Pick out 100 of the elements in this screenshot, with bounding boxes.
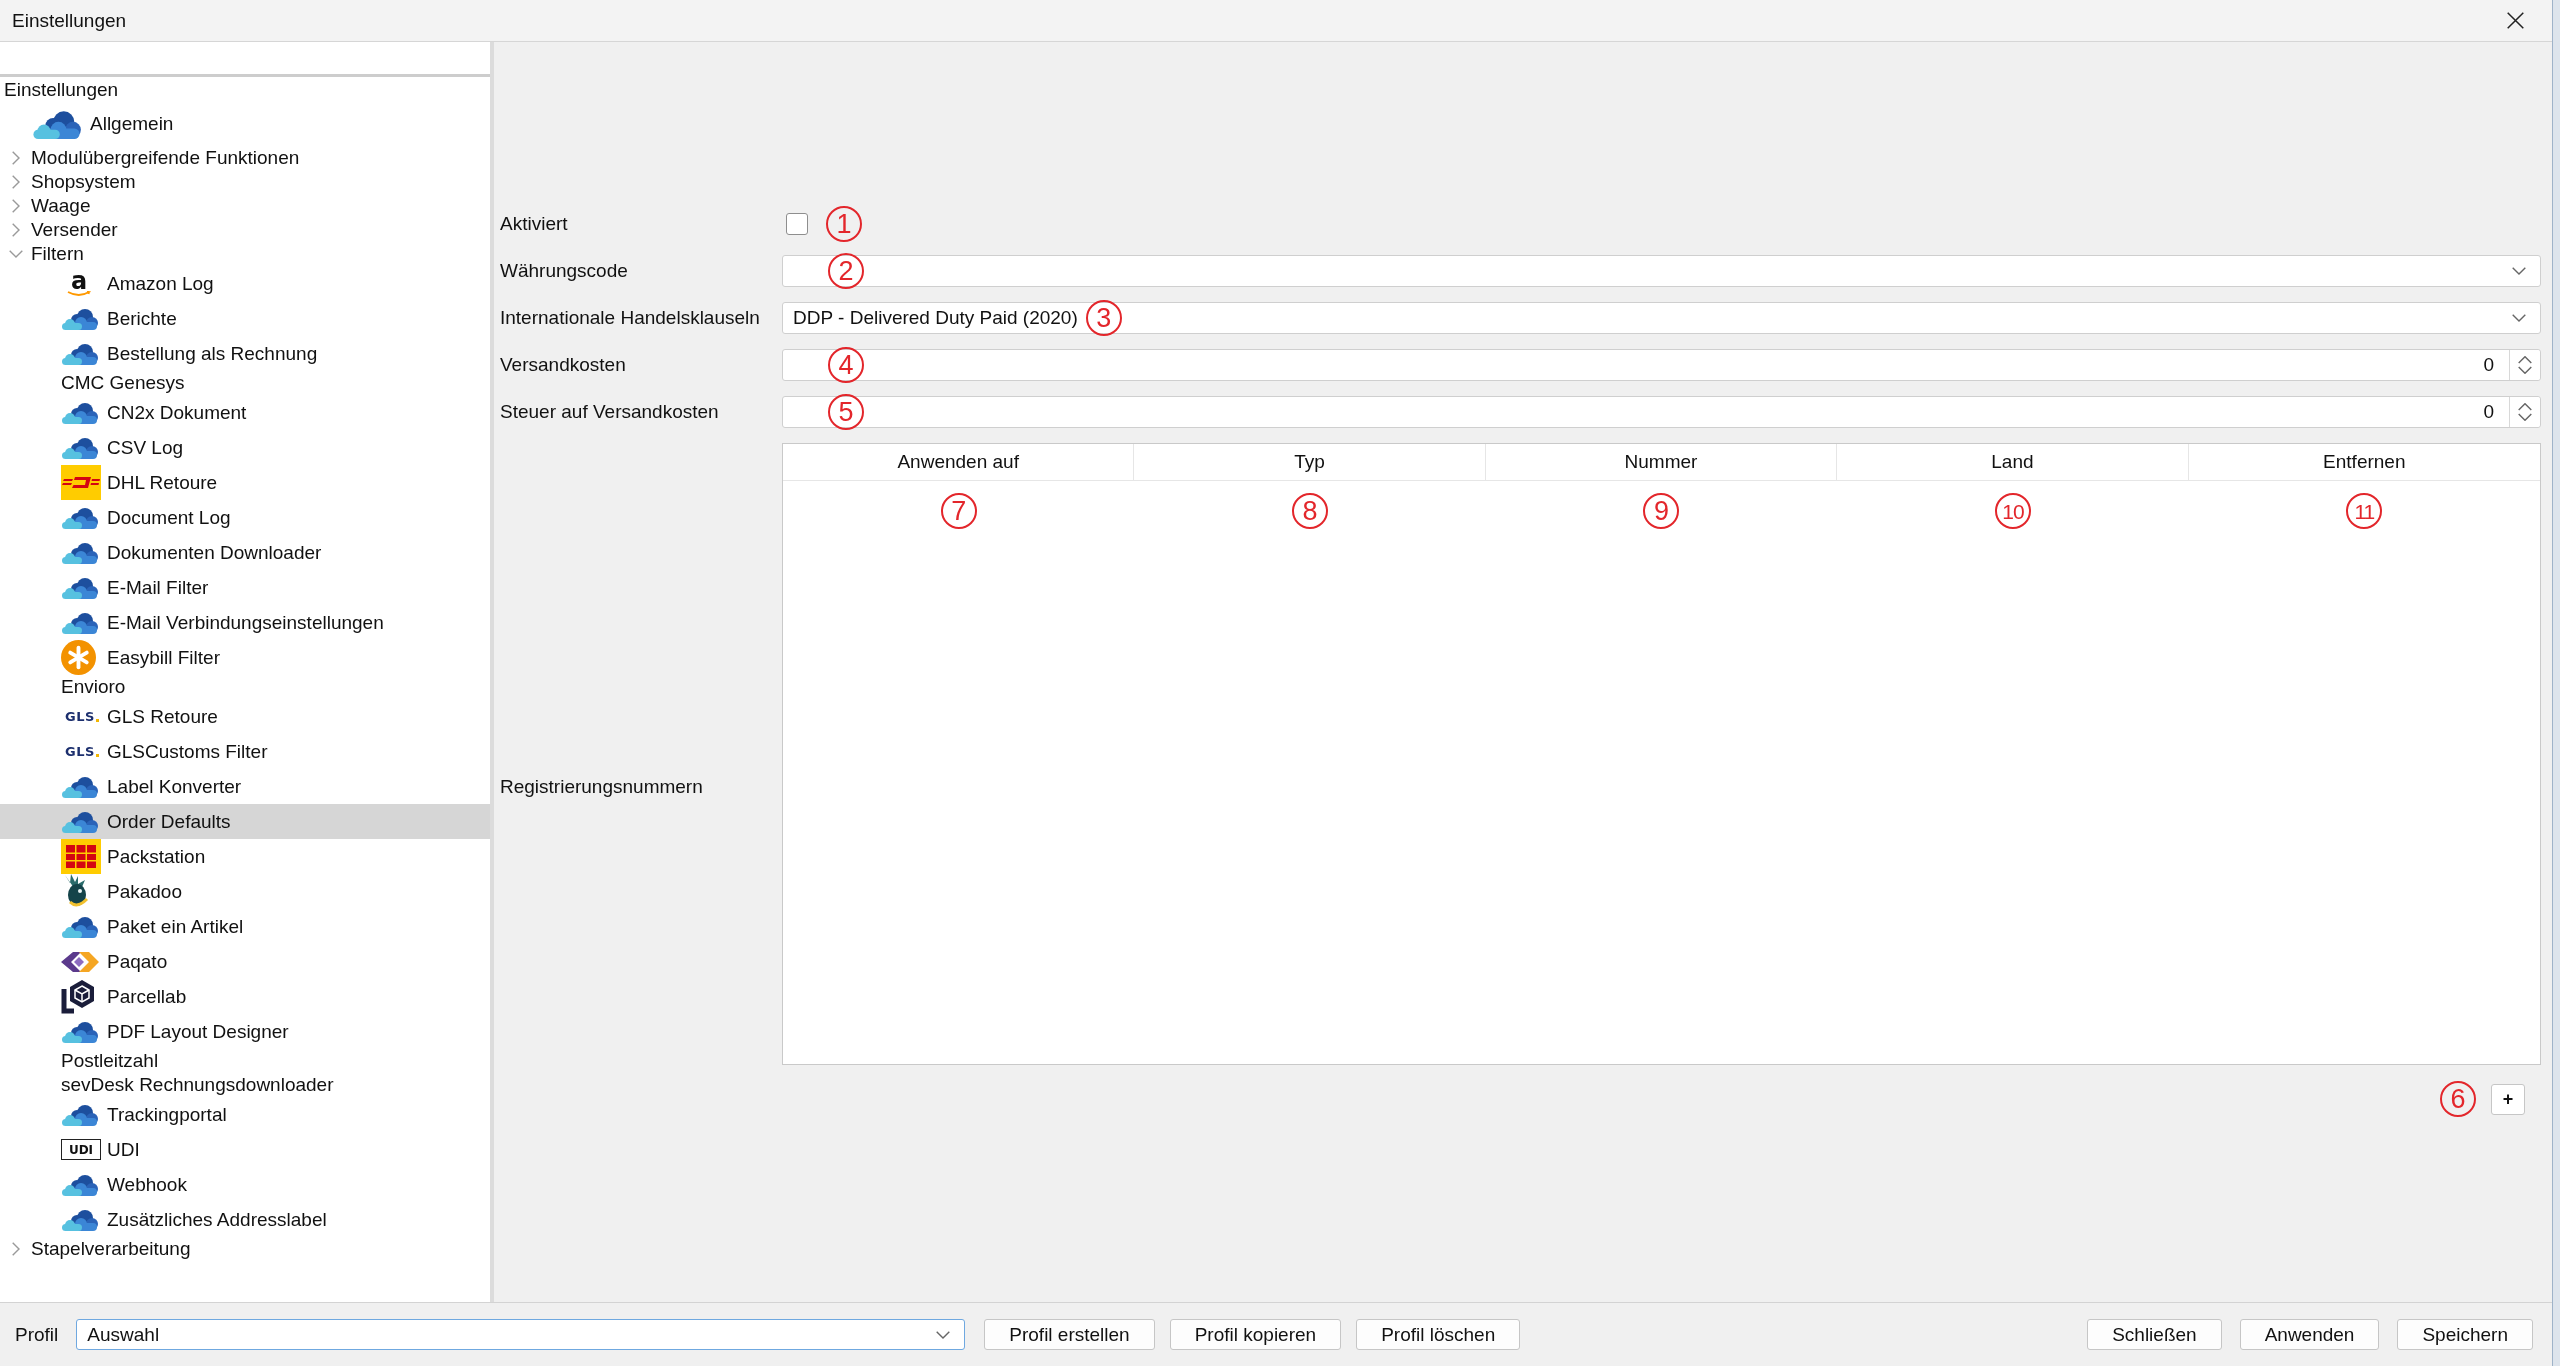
window-title: Einstellungen [12,9,127,32]
tree-item[interactable]: Order Defaults [0,804,490,839]
tree-item[interactable]: Berichte [61,301,179,336]
tree-item[interactable]: Webhook [61,1167,189,1202]
asterisk-circle-icon [61,640,96,675]
field-label: Internationale Handelsklauseln [500,307,760,329]
field-label: Versandkosten [500,354,626,376]
chevron-right-icon[interactable] [11,199,20,213]
tree-item[interactable]: Trackingportal [61,1097,229,1132]
close-icon [2506,12,2524,29]
cloud-icon [61,342,98,365]
tree-item[interactable]: a Amazon Log [61,266,216,301]
column-header: Entfernen [2322,450,2407,474]
cloud-icon [61,541,98,564]
add-button[interactable]: + [2491,1083,2525,1115]
field-label: Währungscode [500,260,628,282]
number-field[interactable]: 4 0 [782,349,2541,381]
circled-number: 11 [2346,493,2383,529]
tree-item[interactable]: sevDesk Rechnungsdownloader [61,1073,336,1097]
dialog-button[interactable]: Anwenden [2239,1319,2380,1350]
tree-item[interactable]: Pakadoo [61,874,184,909]
tree-item[interactable]: Versender [8,218,120,242]
tree-item[interactable]: Dokumenten Downloader [61,535,324,570]
grid-tile-icon [61,839,101,874]
tree-item[interactable]: PDF Layout Designer [61,1014,291,1049]
chevron-right-icon[interactable] [11,1242,20,1256]
number-field[interactable]: 5 0 [782,396,2541,428]
cloud-icon [61,915,98,938]
profile-button[interactable]: Profil erstellen [984,1319,1155,1350]
chevron-down-icon[interactable] [8,250,23,258]
tree-item[interactable]: Einstellungen [4,78,121,102]
tree-item[interactable]: Packstation [61,839,208,874]
circled-number: 7 [940,493,977,529]
tree-item[interactable]: Waage [8,194,93,218]
cloud-icon [61,1173,98,1196]
tree-item[interactable]: Allgemein [32,102,176,146]
tree-item[interactable]: UDI UDI [61,1132,142,1167]
chevron-right-icon[interactable] [11,175,20,189]
tree-item[interactable]: Bestellung als Rechnung [61,336,320,371]
tree-item[interactable]: CSV Log [61,430,186,465]
cloud-icon [61,1020,98,1043]
circled-number: 1 [826,206,862,242]
field-label: Profil [15,1323,59,1346]
column-header: Typ [1134,444,1486,480]
striped-tile-icon [61,465,101,500]
chevron-down-icon [2512,314,2526,322]
chevron-down-icon [936,1330,951,1339]
tree-item[interactable]: E-Mail Verbindungseinstellungen [61,605,386,640]
tree-item[interactable]: DHL Retoure [61,465,220,500]
tree-item[interactable]: Modulübergreifende Funktionen [8,146,302,170]
column-header: Land [1837,444,2189,480]
tree-item[interactable]: CN2x Dokument [61,395,249,430]
tree-item[interactable]: Document Log [61,500,233,535]
chevron-down-icon [2512,267,2526,275]
tree-item[interactable]: GLS GLS Retoure [61,699,220,734]
tree-item[interactable]: Label Konverter [61,769,244,804]
cloud-icon [61,506,98,529]
stepper-button[interactable] [2509,397,2540,427]
field-label: Steuer auf Versandkosten [500,401,719,423]
circled-number: 10 [1994,493,2031,529]
cube-logo-icon [61,979,95,1014]
udi-tag-icon: UDI [61,1139,101,1160]
cloud-icon [32,109,81,139]
tree-item[interactable]: Shopsystem [8,170,138,194]
dialog-button[interactable]: Schließen [2087,1319,2222,1350]
tree-item[interactable]: E-Mail Filter [61,570,211,605]
column-header: Anwenden auf [783,444,1135,480]
tree-item[interactable]: Zusätzliches Addresslabel [61,1202,329,1237]
checkbox[interactable] [786,213,808,235]
tree-item[interactable]: Easybill Filter [61,640,222,675]
close-button[interactable] [2504,9,2526,32]
cloud-icon [61,576,98,599]
tree-item[interactable]: CMC Genesys [61,371,187,395]
dropdown-field[interactable]: 2 [782,255,2541,287]
circled-number: 3 [1085,300,1122,336]
profile-dropdown[interactable]: Auswahl [76,1319,966,1350]
stepper-button[interactable] [2509,350,2540,380]
circled-number: 6 [2440,1081,2476,1117]
circled-number: 2 [828,253,864,289]
dialog-button[interactable]: Speichern [2397,1319,2533,1350]
profile-button[interactable]: Profil löschen [1356,1319,1521,1350]
tree-item[interactable]: Postleitzahl [61,1049,161,1073]
cloud-icon [61,436,98,459]
tree-item[interactable]: Stapelverarbeitung [8,1237,193,1261]
chevron-right-icon[interactable] [11,151,20,165]
circled-number: 5 [828,394,864,430]
tree-item[interactable]: Filtern [8,242,86,266]
chevron-right-icon[interactable] [11,223,20,237]
cloud-icon [61,1103,98,1126]
circled-number: 9 [1643,493,1680,529]
tree-item[interactable]: Parcellab [61,979,189,1014]
tree-item[interactable]: GLS GLSCustoms Filter [61,734,270,769]
tree-item[interactable]: Envioro [61,675,128,699]
profile-button[interactable]: Profil kopieren [1169,1319,1342,1350]
cloud-icon [61,810,98,833]
dropdown-field[interactable]: DDP - Delivered Duty Paid (2020) 3 [782,302,2541,334]
tree-item[interactable]: Paket ein Artikel [61,909,246,944]
tree-item[interactable]: Paqato [61,944,170,979]
circled-number: 4 [828,347,864,383]
up-down-chevron-icon [2518,403,2532,421]
